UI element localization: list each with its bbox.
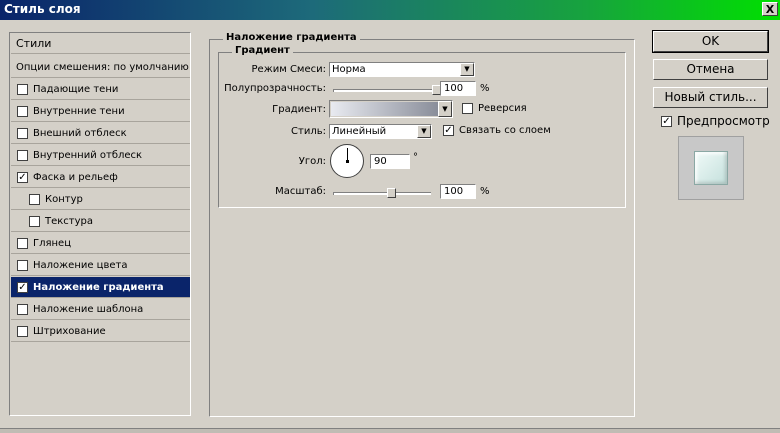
style-item-label: Внутренний отблеск bbox=[33, 149, 143, 161]
style-item-checkbox[interactable] bbox=[17, 83, 28, 95]
opacity-slider-track[interactable] bbox=[333, 89, 437, 92]
angle-label: Угол: bbox=[298, 156, 326, 167]
style-preview bbox=[678, 136, 744, 200]
ok-button[interactable]: OK bbox=[652, 30, 769, 53]
style-item-pattern-overlay[interactable]: Наложение шаблона bbox=[11, 299, 190, 320]
style-item-label: Штрихование bbox=[33, 325, 106, 337]
style-item-checkbox[interactable] bbox=[17, 149, 28, 161]
style-item-outer-glow[interactable]: Внешний отблеск bbox=[11, 123, 190, 144]
angle-input[interactable]: 90 bbox=[370, 154, 410, 169]
style-item-texture[interactable]: Текстура bbox=[11, 211, 190, 232]
window-title: Стиль слоя bbox=[4, 2, 81, 16]
angle-center bbox=[346, 160, 349, 163]
chevron-down-icon[interactable]: ▼ bbox=[438, 101, 452, 117]
style-item-inner-shadow[interactable]: Внутренние тени bbox=[11, 101, 190, 122]
scale-slider-track[interactable] bbox=[333, 192, 431, 195]
style-item-label: Падающие тени bbox=[33, 83, 119, 95]
blending-options-item[interactable]: Опции смешения: по умолчанию bbox=[11, 57, 190, 78]
align-checkbox-wrap[interactable]: ✓ Связать со слоем bbox=[443, 125, 551, 136]
close-button[interactable]: X bbox=[762, 2, 778, 16]
blend-mode-value: Норма bbox=[332, 64, 366, 75]
preview-checkbox-wrap[interactable]: ✓ Предпросмотр bbox=[661, 114, 770, 128]
style-item-checkbox[interactable] bbox=[17, 237, 28, 249]
style-label: Стиль: bbox=[291, 126, 326, 137]
cancel-button[interactable]: Отмена bbox=[653, 59, 768, 80]
style-item-label: Контур bbox=[45, 193, 83, 205]
style-item-checkbox[interactable]: ✓ bbox=[17, 281, 28, 293]
style-item-checkbox[interactable] bbox=[17, 259, 28, 271]
preview-checkbox[interactable]: ✓ bbox=[661, 115, 672, 127]
opacity-label: Полупрозрачность: bbox=[224, 83, 326, 94]
blend-mode-label: Режим Смеси: bbox=[251, 64, 326, 75]
opacity-input[interactable]: 100 bbox=[440, 81, 476, 96]
title-bar: Стиль слоя X bbox=[0, 0, 780, 20]
gradient-preview[interactable] bbox=[331, 102, 438, 116]
reverse-checkbox-wrap[interactable]: Реверсия bbox=[462, 103, 527, 114]
scale-label: Масштаб: bbox=[275, 186, 326, 197]
style-item-drop-shadow[interactable]: Падающие тени bbox=[11, 79, 190, 100]
angle-unit: ° bbox=[413, 152, 418, 163]
angle-dial[interactable] bbox=[330, 144, 364, 178]
style-item-label: Внешний отблеск bbox=[33, 127, 127, 139]
style-item-label: Текстура bbox=[45, 215, 94, 227]
new-style-button[interactable]: Новый стиль... bbox=[653, 87, 768, 108]
chevron-down-icon[interactable]: ▼ bbox=[460, 63, 474, 76]
style-item-stroke[interactable]: Штрихование bbox=[11, 321, 190, 342]
panel-title: Наложение градиента bbox=[223, 32, 360, 43]
style-item-satin[interactable]: Глянец bbox=[11, 233, 190, 254]
scale-slider-thumb[interactable] bbox=[386, 188, 396, 198]
blend-mode-select[interactable]: Норма ▼ bbox=[329, 62, 475, 77]
style-item-gradient-overlay[interactable]: ✓ Наложение градиента bbox=[11, 277, 190, 298]
style-item-label: Глянец bbox=[33, 237, 72, 249]
style-item-contour[interactable]: Контур bbox=[11, 189, 190, 210]
preview-label: Предпросмотр bbox=[677, 114, 770, 128]
align-with-layer-label: Связать со слоем bbox=[459, 125, 551, 136]
styles-list: Стили Опции смешения: по умолчанию Падаю… bbox=[9, 32, 191, 416]
style-item-label: Наложение шаблона bbox=[33, 303, 144, 315]
chevron-down-icon[interactable]: ▼ bbox=[417, 125, 431, 138]
gradient-picker[interactable]: ▼ bbox=[329, 100, 453, 118]
style-item-label: Наложение градиента bbox=[33, 281, 164, 293]
group-title: Градиент bbox=[232, 45, 293, 56]
style-item-checkbox[interactable] bbox=[17, 303, 28, 315]
style-item-label: Внутренние тени bbox=[33, 105, 125, 117]
style-item-bevel-emboss[interactable]: ✓ Фаска и рельеф bbox=[11, 167, 190, 188]
style-item-inner-glow[interactable]: Внутренний отблеск bbox=[11, 145, 190, 166]
style-item-checkbox[interactable] bbox=[17, 325, 28, 337]
style-item-label: Фаска и рельеф bbox=[33, 171, 118, 183]
reverse-checkbox[interactable] bbox=[462, 103, 473, 114]
style-select[interactable]: Линейный ▼ bbox=[329, 124, 432, 139]
style-item-label: Наложение цвета bbox=[33, 259, 128, 271]
style-item-checkbox[interactable]: ✓ bbox=[17, 171, 28, 183]
scale-unit: % bbox=[480, 186, 490, 197]
style-item-checkbox[interactable] bbox=[29, 193, 40, 205]
style-item-checkbox[interactable] bbox=[17, 127, 28, 139]
gradient-label: Градиент: bbox=[272, 104, 326, 115]
style-item-checkbox[interactable] bbox=[17, 105, 28, 117]
style-preview-swatch bbox=[694, 151, 728, 185]
align-with-layer-checkbox[interactable]: ✓ bbox=[443, 125, 454, 136]
style-item-color-overlay[interactable]: Наложение цвета bbox=[11, 255, 190, 276]
reverse-label: Реверсия bbox=[478, 103, 527, 114]
style-value: Линейный bbox=[332, 126, 387, 137]
style-item-checkbox[interactable] bbox=[29, 215, 40, 227]
opacity-unit: % bbox=[480, 83, 490, 94]
window-bottom-edge bbox=[0, 428, 780, 433]
scale-input[interactable]: 100 bbox=[440, 184, 476, 199]
styles-header[interactable]: Стили bbox=[11, 33, 190, 54]
